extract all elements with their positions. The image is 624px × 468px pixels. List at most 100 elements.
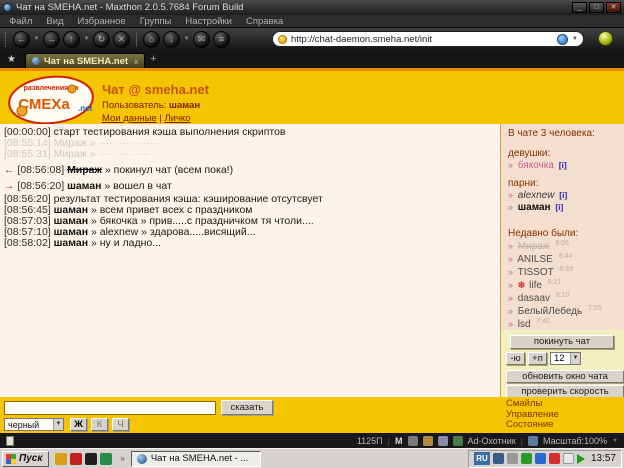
state-link[interactable]: Состояние — [506, 420, 559, 431]
home-button[interactable]: ⌂ — [143, 31, 160, 48]
sound-icon[interactable] — [438, 436, 448, 446]
chat-log[interactable]: [00:00:00] старт тестирования кэша выпол… — [0, 124, 500, 397]
taskbar-task-button[interactable]: Чат на SMEHA.net - ... — [131, 451, 261, 467]
play-status-icon[interactable] — [577, 454, 585, 464]
language-indicator[interactable]: RU — [474, 452, 490, 465]
download-dropdown-icon[interactable]: ▼ — [183, 36, 190, 42]
private-messages-link[interactable]: Личко — [164, 113, 190, 124]
user-name[interactable]: alexnew — [518, 190, 555, 201]
recent-user-item[interactable]: » Мираж 8:56 — [508, 240, 624, 252]
update-icon[interactable] — [549, 453, 560, 464]
menu-item-favorites[interactable]: Избранное — [78, 16, 126, 27]
quicklaunch-app-icon[interactable] — [85, 453, 97, 465]
font-size-select[interactable]: 12 ▼ — [550, 352, 581, 365]
chevron-down-icon[interactable]: ▼ — [570, 353, 580, 364]
user-name[interactable]: TISSOT — [518, 267, 554, 278]
address-input[interactable] — [291, 34, 553, 45]
font-minus-button[interactable]: -ю — [506, 352, 525, 365]
chevron-down-icon[interactable]: ▼ — [53, 419, 63, 430]
taskbar-clock[interactable]: 13:57 — [591, 453, 616, 464]
user-label: Пользователь: — [102, 100, 166, 111]
minimize-button[interactable]: _ — [572, 2, 587, 13]
scheduler-icon[interactable] — [563, 453, 574, 464]
maximize-button[interactable]: □ — [589, 2, 604, 13]
back-dropdown-icon[interactable]: ▼ — [33, 36, 40, 42]
user-name[interactable]: Мираж — [518, 241, 550, 252]
volume-icon[interactable] — [507, 453, 518, 464]
close-button[interactable]: ✕ — [606, 2, 621, 13]
tab-close-icon[interactable]: x — [134, 57, 138, 66]
recent-user-item[interactable]: » ✽ life 8:21 — [508, 279, 624, 291]
user-item[interactable]: » бякочка [i] — [508, 160, 624, 171]
adhunter-icon[interactable] — [453, 436, 463, 446]
chevron-more-icon[interactable]: » — [120, 454, 124, 463]
user-item[interactable]: » alexnew [i] — [508, 190, 624, 201]
menu-item-settings[interactable]: Настройки — [185, 16, 232, 27]
leave-chat-button[interactable]: покинуть чат — [510, 335, 614, 349]
quicklaunch-lightning-icon[interactable] — [55, 453, 67, 465]
recent-user-item[interactable]: » dasaav 8:10 — [508, 292, 624, 304]
font-plus-button[interactable]: +п — [528, 352, 547, 365]
nav-dropdown-icon[interactable]: ▼ — [83, 36, 90, 42]
say-button[interactable]: сказать — [221, 400, 273, 415]
user-name[interactable]: шаман — [518, 202, 551, 213]
quicklaunch-icq-icon[interactable] — [100, 453, 112, 465]
monitor-icon — [528, 436, 538, 446]
user-name[interactable]: lsd — [518, 319, 531, 330]
maxthon-mode-indicator[interactable]: M — [395, 436, 403, 446]
mail-button[interactable]: ✉ — [193, 31, 210, 48]
stop-button[interactable]: ✕ — [113, 31, 130, 48]
tools-button[interactable]: ≡ — [213, 31, 230, 48]
bold-button[interactable]: Ж — [70, 418, 87, 431]
adhunter-label[interactable]: Ad-Охотник — [468, 436, 516, 446]
menu-item-groups[interactable]: Группы — [140, 16, 172, 27]
messenger-icon[interactable] — [535, 453, 546, 464]
proxy-icon[interactable] — [408, 436, 418, 446]
user-name[interactable]: life — [529, 280, 542, 291]
recent-user-item[interactable]: » TISSOT 8:39 — [508, 266, 624, 278]
user-info-link[interactable]: [i] — [559, 160, 567, 170]
go-button[interactable] — [598, 31, 613, 46]
underline-button[interactable]: Ч — [112, 418, 129, 431]
zoom-level[interactable]: Масштаб:100% — [543, 436, 607, 446]
address-dropdown-icon[interactable]: ▼ — [572, 36, 578, 42]
network-icon[interactable] — [493, 453, 504, 464]
user-item[interactable]: » шаман [i] — [508, 202, 624, 213]
address-go-icon[interactable] — [557, 34, 568, 45]
my-data-link[interactable]: Мои данные — [102, 113, 157, 124]
color-select[interactable]: черный ▼ — [4, 418, 64, 431]
refresh-button[interactable]: ↻ — [93, 31, 110, 48]
menu-item-file[interactable]: Файл — [9, 16, 32, 27]
message-input[interactable] — [4, 401, 216, 415]
toolbar-separator — [136, 32, 137, 47]
zoom-dropdown-icon[interactable]: ▼ — [612, 438, 618, 444]
smeha-logo[interactable]: развлечения на СМЕХа .net — [6, 73, 96, 125]
start-button[interactable]: Пуск — [2, 451, 49, 467]
user-name[interactable]: dasaav — [518, 293, 550, 304]
download-button[interactable]: ↓ — [163, 31, 180, 48]
up-button[interactable]: ↑ — [63, 31, 80, 48]
menu-item-view[interactable]: Вид — [46, 16, 63, 27]
back-button[interactable]: ← — [13, 31, 30, 48]
smiles-link[interactable]: Смайлы — [506, 399, 559, 410]
recent-user-item[interactable]: » lsd 7:40 — [508, 318, 624, 330]
user-name[interactable]: БелыйЛебедь — [518, 306, 582, 317]
antivirus-icon[interactable] — [521, 453, 532, 464]
nickname: шаман — [54, 238, 88, 249]
user-info-link[interactable]: [i] — [559, 190, 567, 200]
new-tab-button[interactable]: + — [150, 53, 156, 65]
menu-item-help[interactable]: Справка — [246, 16, 283, 27]
tab-chat-smeha[interactable]: Чат на SMEHA.net x — [25, 53, 145, 68]
user-info-link[interactable]: [i] — [555, 202, 563, 212]
recent-user-item[interactable]: » ANILSE 8:44 — [508, 253, 624, 265]
images-icon[interactable] — [423, 436, 433, 446]
favorites-star-icon[interactable]: ★ — [7, 54, 16, 65]
quicklaunch-winamp-icon[interactable] — [70, 453, 82, 465]
nickname: шаман — [54, 216, 88, 227]
forward-button[interactable]: → — [43, 31, 60, 48]
italic-button[interactable]: К — [91, 418, 108, 431]
user-name[interactable]: ANILSE — [517, 254, 553, 265]
user-name[interactable]: бякочка — [518, 160, 554, 171]
recent-user-item[interactable]: » БелыйЛебедь 7:55 — [508, 305, 624, 317]
refresh-chat-button[interactable]: обновить окно чата — [506, 370, 624, 383]
